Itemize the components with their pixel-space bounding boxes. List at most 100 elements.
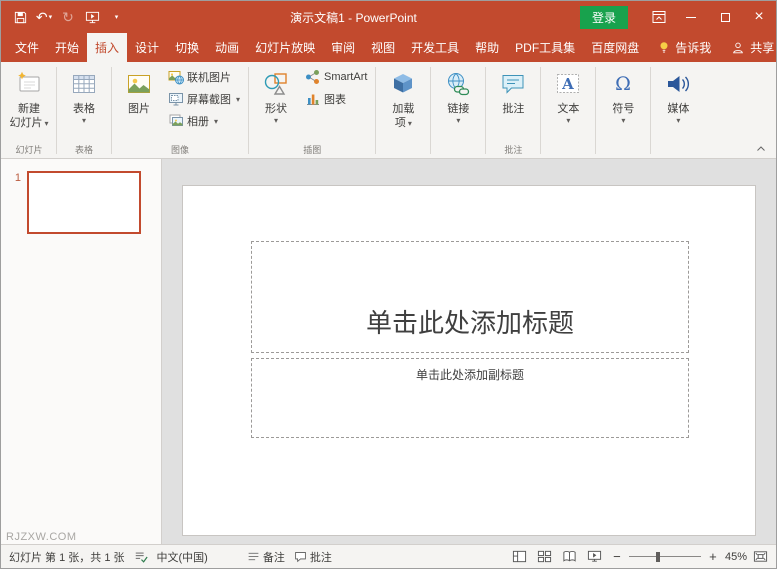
reading-view-icon	[563, 550, 576, 562]
online-pictures-label: 联机图片	[187, 72, 231, 84]
tab-baidu-netdisk[interactable]: 百度网盘	[583, 33, 647, 62]
tab-insert[interactable]: 插入	[87, 33, 128, 62]
smartart-icon	[305, 69, 321, 85]
tab-review[interactable]: 审阅	[323, 33, 363, 62]
online-pictures-icon	[168, 69, 184, 85]
table-button[interactable]: 表格	[60, 65, 108, 143]
tell-me-button[interactable]: 告诉我	[650, 33, 718, 62]
view-switcher	[512, 549, 602, 564]
zoom-out-button[interactable]	[611, 549, 623, 564]
group-separator	[485, 67, 487, 154]
title-placeholder[interactable]: 单击此处添加标题	[251, 241, 689, 353]
tab-animations[interactable]: 动画	[207, 33, 247, 62]
ribbon-display-options-button[interactable]	[644, 1, 674, 33]
tab-help[interactable]: 帮助	[467, 33, 507, 62]
comment-bubble-icon	[295, 552, 306, 563]
slide[interactable]: 单击此处添加标题 单击此处添加副标题	[183, 186, 755, 535]
tab-design[interactable]: 设计	[127, 33, 167, 62]
comments-button[interactable]: 批注	[294, 549, 332, 565]
screenshot-label: 屏幕截图	[187, 94, 231, 106]
dropdown-arrow-icon	[236, 93, 240, 105]
media-label: 媒体	[667, 103, 690, 115]
collapse-ribbon-button[interactable]	[753, 142, 769, 156]
ribbon-display-options-icon	[652, 11, 666, 23]
start-slideshow-button[interactable]	[81, 4, 103, 30]
media-button[interactable]: 媒体	[654, 65, 702, 143]
group-label-images: 图像	[171, 145, 190, 155]
ribbon: 新建 幻灯片 幻灯片 表格 表格	[1, 62, 776, 159]
add-ins-icon	[388, 68, 418, 100]
comment-label: 批注	[502, 103, 525, 115]
tell-me-label: 告诉我	[675, 41, 712, 55]
images-small-buttons: 联机图片 屏幕截图 ▾ 相册 ▾	[163, 65, 245, 132]
group-label-addins	[379, 143, 427, 158]
undo-button[interactable]: ↶ ▾	[33, 4, 55, 30]
start-slideshow-icon	[85, 11, 99, 23]
add-ins-button[interactable]: 加载 项	[379, 65, 427, 143]
svg-text:A: A	[562, 75, 575, 93]
group-label-media	[654, 143, 702, 158]
person-icon	[733, 42, 744, 53]
share-button[interactable]: 共享	[718, 33, 777, 62]
tab-transitions[interactable]: 切换	[167, 33, 207, 62]
slideshow-view-button[interactable]	[587, 549, 602, 564]
zoom-slider[interactable]	[628, 551, 701, 563]
zoom-slider-thumb[interactable]	[656, 551, 661, 562]
ribbon-group-links: 链接	[432, 63, 484, 158]
maximize-button[interactable]	[708, 1, 742, 33]
fit-slide-button[interactable]	[753, 549, 768, 564]
zoom-in-button[interactable]	[707, 549, 719, 564]
new-slide-button[interactable]: 新建 幻灯片	[5, 65, 53, 143]
close-button[interactable]	[742, 1, 776, 33]
zoom-percentage[interactable]: 45%	[725, 551, 747, 563]
spellcheck-button[interactable]	[134, 550, 148, 564]
screenshot-button[interactable]: 屏幕截图	[163, 88, 245, 110]
slide-sorter-button[interactable]	[537, 549, 552, 564]
screenshot-icon	[168, 91, 184, 107]
comments-label: 批注	[309, 551, 332, 564]
powerpoint-window: ↶ ▾ ↻ ▾ 演示文稿1 - PowerPoint 登录 × 文件 开始 插入…	[0, 0, 777, 569]
text-label: 文本	[557, 103, 580, 115]
omega-symbol-icon: Ω	[608, 68, 638, 100]
symbol-button[interactable]: Ω 符号	[599, 65, 647, 143]
notes-button[interactable]: 备注	[247, 549, 285, 565]
normal-view-button[interactable]	[512, 549, 527, 564]
redo-button[interactable]: ↻	[57, 4, 79, 30]
language-button[interactable]: 中文(中国)	[157, 549, 208, 565]
tab-slide-show[interactable]: 幻灯片放映	[247, 33, 323, 62]
quick-access-toolbar: ↶ ▾ ↻ ▾	[1, 4, 127, 30]
sign-in-button[interactable]: 登录	[579, 5, 628, 29]
photo-album-icon	[168, 113, 184, 129]
ribbon-group-symbols: Ω 符号	[597, 63, 649, 158]
shapes-button[interactable]: 形状	[252, 65, 300, 143]
text-button[interactable]: A 文本	[544, 65, 592, 143]
table-label: 表格	[73, 103, 95, 115]
ribbon-group-slides: 新建 幻灯片 幻灯片	[3, 63, 55, 158]
slide-thumbnail[interactable]	[27, 171, 141, 234]
slide-counter[interactable]: 幻灯片 第 1 张，共 1 张	[9, 549, 125, 565]
group-separator	[248, 67, 250, 154]
link-button[interactable]: 链接	[434, 65, 482, 143]
group-separator	[375, 67, 377, 154]
pictures-button[interactable]: 图片	[115, 65, 163, 143]
chevron-down-icon: ▾	[114, 14, 119, 21]
title-bar-controls: 登录	[579, 1, 776, 33]
ribbon-group-illustrations: 形状 SmartArt	[250, 63, 374, 158]
smartart-button[interactable]: SmartArt	[300, 66, 372, 88]
tab-file[interactable]: 文件	[7, 33, 47, 62]
reading-view-button[interactable]	[562, 549, 577, 564]
tab-view[interactable]: 视图	[363, 33, 403, 62]
dropdown-arrow-icon	[73, 116, 95, 125]
subtitle-placeholder[interactable]: 单击此处添加副标题	[251, 358, 689, 438]
customize-qat-button[interactable]: ▾	[105, 4, 127, 30]
tab-home[interactable]: 开始	[47, 33, 87, 62]
online-pictures-button[interactable]: 联机图片	[163, 66, 245, 88]
comment-button[interactable]: 批注	[489, 65, 537, 143]
table-icon	[69, 68, 99, 100]
photo-album-button[interactable]: 相册	[163, 110, 245, 132]
tab-developer-tools[interactable]: 开发工具	[403, 33, 467, 62]
minimize-button[interactable]	[674, 1, 708, 33]
chart-button[interactable]: 图表	[300, 88, 372, 110]
save-button[interactable]	[9, 4, 31, 30]
tab-pdf-toolset[interactable]: PDF工具集	[507, 33, 583, 62]
